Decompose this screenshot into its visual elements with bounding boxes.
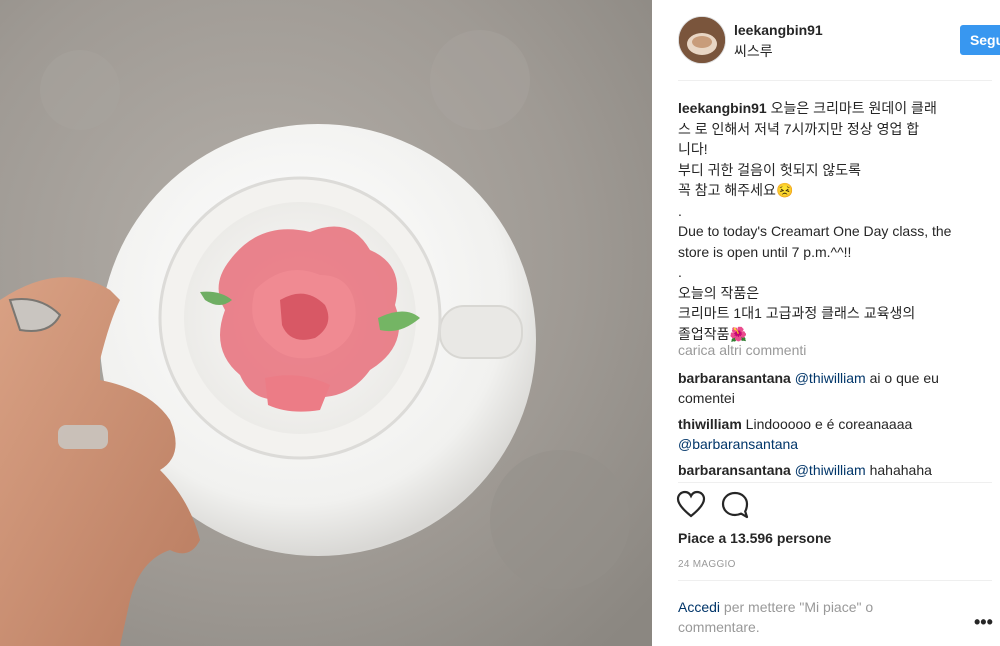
likes-count[interactable]: Piace a 13.596 persone	[678, 530, 831, 546]
comment-text: ai o que eu	[865, 370, 939, 386]
caption-line: .	[678, 264, 682, 280]
follow-button[interactable]: Segui	[960, 25, 1000, 55]
post-header: leekangbin91 씨스루 Segui	[678, 16, 1000, 64]
login-prompt: Accedi per mettere "Mi piace" o commenta…	[678, 597, 928, 637]
location-link[interactable]: 씨스루	[734, 41, 773, 61]
comment-mention[interactable]: @thiwilliam	[795, 462, 866, 478]
post-sidebar: leekangbin91 씨스루 Segui leekangbin91 오늘은 …	[652, 0, 1000, 646]
post-photo[interactable]	[0, 0, 652, 646]
comment-text: Lindooooo e é coreanaaaa	[741, 416, 913, 432]
caption-line: 니다!	[678, 141, 708, 157]
caption-text: 오늘은 크리마트 원데이 클래	[766, 100, 937, 116]
comment-username[interactable]: barbaransantana	[678, 462, 791, 478]
caption-line: .	[678, 202, 682, 219]
caption-line: 부디 귀한 걸음이 헛되지 않도록	[678, 161, 861, 178]
caption-line: 크리마트 1대1 고급과정 클래스 교육생의	[678, 305, 916, 321]
post-date[interactable]: 24 MAGGIO	[678, 559, 736, 570]
comment-text: comentei	[678, 390, 735, 406]
comments-divider	[678, 482, 992, 483]
footer-divider	[678, 580, 992, 581]
comment-icon[interactable]	[720, 490, 750, 520]
avatar-image	[679, 17, 725, 63]
comment-mention[interactable]: @thiwilliam	[795, 370, 866, 386]
username-link[interactable]: leekangbin91	[734, 22, 823, 38]
post-container: leekangbin91 씨스루 Segui leekangbin91 오늘은 …	[0, 0, 1000, 646]
post-caption: leekangbin91 오늘은 크리마트 원데이 클래 스 로 인해서 저녁 …	[678, 98, 992, 344]
comment-username[interactable]: barbaransantana	[678, 370, 791, 386]
caption-line: Due to today's Creamart One Day class, t…	[678, 223, 952, 239]
more-options-icon[interactable]: •••	[974, 612, 993, 633]
comment-text: hahahaha	[865, 462, 932, 478]
caption-username[interactable]: leekangbin91	[678, 100, 767, 116]
caption-line: 오늘의 작품은	[678, 284, 760, 301]
heart-icon[interactable]	[676, 490, 706, 520]
login-link[interactable]: Accedi	[678, 599, 720, 615]
comment-item: barbaransantana @thiwilliam hahahaha	[678, 460, 978, 480]
caption-line: 스 로 인해서 저녁 7시까지만 정상 영업 합	[678, 120, 920, 137]
caption-line: 꼭 참고 해주세요😣	[678, 182, 794, 198]
login-text: per mettere "Mi piace" o	[720, 599, 874, 615]
avatar[interactable]	[678, 16, 726, 64]
latte-art-image	[0, 0, 652, 646]
comment-mention[interactable]: @barbaransantana	[678, 436, 798, 452]
comment-item: thiwilliam Lindooooo e é coreanaaaa @bar…	[678, 414, 978, 454]
header-divider	[678, 80, 992, 81]
comment-item: barbaransantana @thiwilliam ai o que eu …	[678, 368, 978, 408]
caption-line: 졸업작품🌺	[678, 325, 747, 342]
login-text: commentare.	[678, 619, 760, 635]
load-more-comments-link[interactable]: carica altri commenti	[678, 342, 806, 358]
caption-line: store is open until 7 p.m.^^!!	[678, 243, 852, 260]
comment-username[interactable]: thiwilliam	[678, 416, 742, 432]
